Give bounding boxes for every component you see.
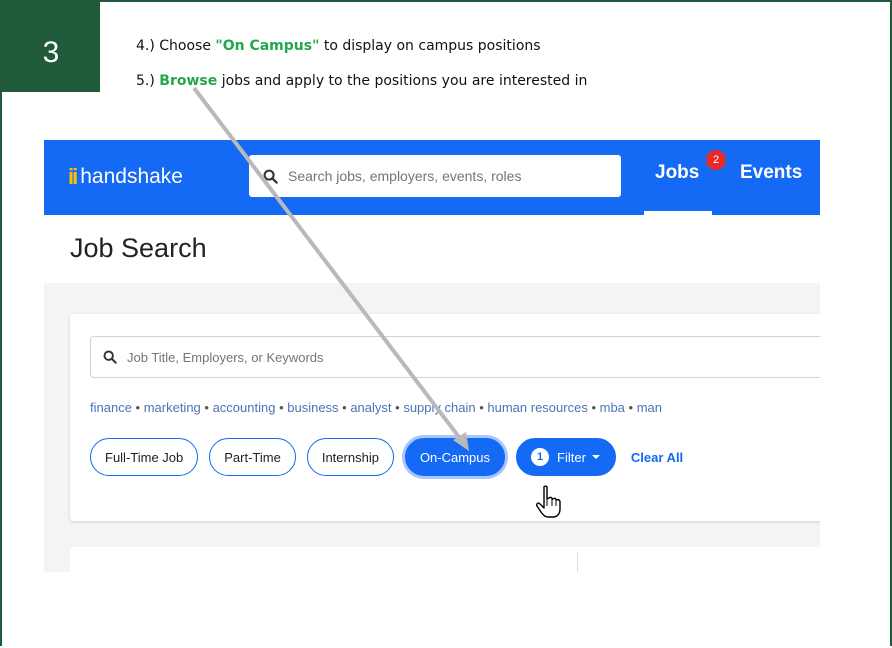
clear-all-link[interactable]: Clear All	[631, 450, 683, 465]
filter-label: Filter	[557, 449, 586, 465]
suggested-tags: finance • marketing • accounting • busin…	[90, 400, 662, 415]
step-number: 3	[42, 36, 60, 69]
tag-link[interactable]: analyst	[350, 400, 391, 415]
part-time-pill[interactable]: Part-Time	[209, 438, 296, 476]
tag-link[interactable]: human resources	[487, 400, 587, 415]
instruction-highlight: "On Campus"	[215, 38, 320, 54]
on-campus-pill[interactable]: On-Campus	[404, 438, 506, 476]
internship-pill[interactable]: Internship	[306, 438, 394, 476]
search-icon	[263, 169, 278, 184]
top-navbar: ii handshake Jobs 2 Events	[44, 140, 820, 215]
results-panel	[70, 547, 820, 572]
filter-pill-row: Full-Time Job Part-Time Internship On-Ca…	[90, 438, 683, 476]
filter-button[interactable]: 1 Filter	[516, 438, 616, 476]
instruction-highlight: Browse	[159, 73, 218, 89]
tag-link[interactable]: marketing	[144, 400, 201, 415]
full-time-job-pill[interactable]: Full-Time Job	[90, 438, 199, 476]
tag-separator: •	[475, 400, 488, 415]
results-divider	[577, 552, 578, 572]
chevron-down-icon	[591, 455, 600, 459]
tag-link[interactable]: accounting	[213, 400, 276, 415]
logo-text: handshake	[80, 165, 183, 188]
instruction-text: 5.)	[136, 73, 160, 89]
tag-link[interactable]: finance	[90, 400, 132, 415]
active-tab-indicator	[644, 211, 712, 215]
step-number-badge: 3	[2, 2, 100, 92]
tag-separator: •	[391, 400, 404, 415]
tag-separator: •	[131, 400, 144, 415]
job-search-box[interactable]	[90, 336, 820, 378]
job-search-input[interactable]	[125, 348, 529, 366]
tag-separator: •	[275, 400, 288, 415]
page-title: Job Search	[70, 233, 207, 263]
nav-jobs[interactable]: Jobs	[655, 162, 699, 184]
instruction-line-4: 4.) Choose "On Campus" to display on cam…	[136, 38, 541, 54]
tag-link[interactable]: man	[637, 400, 662, 415]
notification-badge: 2	[706, 150, 726, 170]
tag-link[interactable]: mba	[600, 400, 625, 415]
handshake-screenshot: ii handshake Jobs 2 Events Job Search fi…	[44, 140, 820, 572]
tag-link[interactable]: supply chain	[403, 400, 475, 415]
hand-pointer-icon	[536, 485, 561, 518]
search-icon	[103, 350, 117, 364]
instruction-text: 4.) Choose	[136, 38, 216, 54]
tag-separator: •	[338, 400, 351, 415]
handshake-logo-icon: ii	[68, 164, 78, 189]
tag-separator: •	[624, 400, 637, 415]
tag-separator: •	[587, 400, 600, 415]
global-search-box[interactable]	[249, 155, 621, 197]
nav-events[interactable]: Events	[740, 162, 802, 184]
filter-count: 1	[531, 448, 550, 466]
tag-link[interactable]: business	[287, 400, 338, 415]
job-search-card: finance • marketing • accounting • busin…	[70, 314, 820, 521]
instruction-text: to display on campus positions	[319, 38, 541, 54]
handshake-logo[interactable]: ii handshake	[68, 164, 183, 190]
global-search-input[interactable]	[286, 167, 590, 185]
tag-separator: •	[200, 400, 213, 415]
instruction-line-5: 5.) Browse jobs and apply to the positio…	[136, 73, 587, 89]
instruction-text: jobs and apply to the positions you are …	[217, 73, 588, 89]
